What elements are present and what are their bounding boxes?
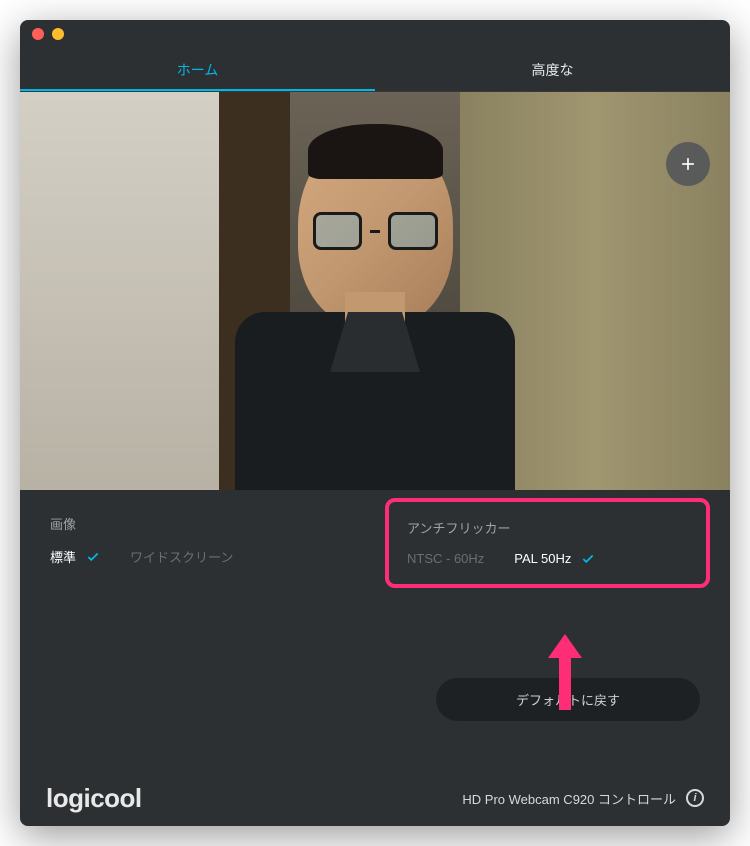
app-window: ホーム 高度な — [20, 20, 730, 826]
preview-bg-wall — [20, 92, 219, 490]
option-ntsc-label: NTSC - 60Hz — [407, 551, 484, 566]
info-icon: i — [693, 792, 696, 804]
info-button[interactable]: i — [686, 789, 704, 807]
tab-bar: ホーム 高度な — [20, 48, 730, 92]
plus-icon — [678, 154, 698, 174]
antiflicker-group: アンチフリッカー NTSC - 60Hz PAL 50Hz — [385, 514, 700, 588]
antiflicker-options: NTSC - 60Hz PAL 50Hz — [407, 551, 688, 566]
device-name: HD Pro Webcam C920 コントロール — [462, 789, 676, 808]
option-ntsc[interactable]: NTSC - 60Hz — [407, 551, 484, 566]
tab-home[interactable]: ホーム — [20, 48, 375, 91]
preview-person — [210, 132, 540, 490]
preview-bridge — [370, 230, 380, 233]
reset-wrap: デフォルトに戻す — [20, 678, 730, 721]
option-standard-label: 標準 — [50, 547, 76, 566]
image-options: 標準 ワイドスクリーン — [50, 547, 365, 566]
antiflicker-label: アンチフリッカー — [407, 518, 688, 537]
device-info: HD Pro Webcam C920 コントロール i — [462, 789, 704, 808]
preview-lens-left — [313, 212, 363, 250]
camera-preview — [20, 92, 730, 490]
image-group-label: 画像 — [50, 514, 365, 533]
titlebar — [20, 20, 730, 48]
brand-logo: logicool — [46, 783, 142, 814]
antiflicker-highlight-box: アンチフリッカー NTSC - 60Hz PAL 50Hz — [385, 498, 710, 588]
window-minimize-button[interactable] — [52, 28, 64, 40]
preview-collar — [330, 312, 420, 372]
tab-advanced[interactable]: 高度な — [375, 48, 730, 91]
preview-hair — [308, 124, 443, 179]
check-icon — [581, 552, 595, 566]
preview-body — [235, 312, 515, 490]
tab-advanced-label: 高度な — [532, 60, 574, 80]
option-widescreen-label: ワイドスクリーン — [130, 547, 233, 566]
preview-glasses — [313, 212, 438, 250]
image-group: 画像 標準 ワイドスクリーン — [50, 514, 365, 588]
tab-home-label: ホーム — [177, 60, 219, 80]
add-button[interactable] — [666, 142, 710, 186]
check-icon — [86, 550, 100, 564]
preview-lens-right — [388, 212, 438, 250]
settings-panel: 画像 標準 ワイドスクリーン アンチフリッカー NTSC - 60Hz — [20, 490, 730, 588]
callout-arrow — [540, 630, 590, 715]
option-widescreen[interactable]: ワイドスクリーン — [130, 547, 233, 566]
arrow-icon — [540, 630, 590, 710]
window-close-button[interactable] — [32, 28, 44, 40]
option-pal-label: PAL 50Hz — [514, 551, 571, 566]
footer: logicool HD Pro Webcam C920 コントロール i — [20, 770, 730, 826]
option-standard[interactable]: 標準 — [50, 547, 100, 566]
option-pal[interactable]: PAL 50Hz — [514, 551, 595, 566]
